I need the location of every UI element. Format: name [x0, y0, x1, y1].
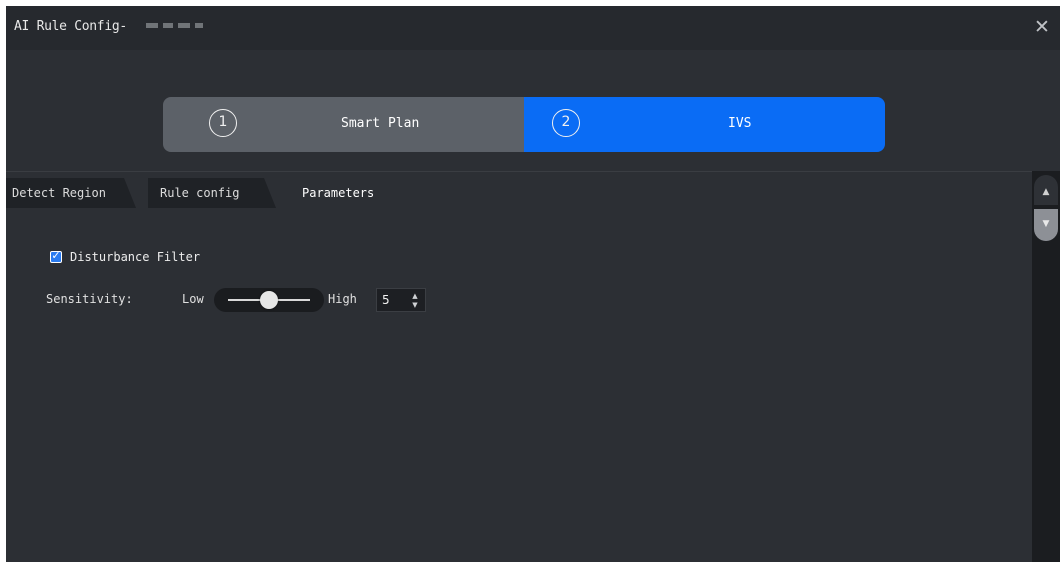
- step-number-badge: 2: [552, 109, 580, 137]
- sensitivity-row: Sensitivity: Low High 5 ▲ ▼: [46, 286, 446, 314]
- step-label: Smart Plan: [341, 116, 420, 131]
- low-label: Low: [182, 292, 204, 306]
- close-icon[interactable]: ✕: [1032, 17, 1052, 37]
- sensitivity-label: Sensitivity:: [46, 292, 133, 306]
- sensitivity-value[interactable]: 5: [382, 293, 390, 307]
- step-label: IVS: [728, 116, 752, 131]
- ai-rule-config-window: AI Rule Config- ✕ 1 Smart Plan 2 IVS Det…: [6, 6, 1060, 562]
- obscured-device-name: [146, 23, 203, 28]
- tab-rule-config[interactable]: Rule config: [148, 178, 276, 208]
- step-number-badge: 1: [209, 109, 237, 137]
- step-smart-plan[interactable]: 1 Smart Plan: [163, 97, 524, 152]
- chevron-up-icon[interactable]: ▲: [1034, 175, 1058, 205]
- chevron-down-icon[interactable]: ▼: [1034, 209, 1058, 241]
- sensitivity-spinbox[interactable]: 5 ▲ ▼: [376, 288, 426, 312]
- tab-bar: Detect Region Rule config Parameters: [6, 178, 406, 208]
- tab-detect-region[interactable]: Detect Region: [6, 178, 136, 208]
- sensitivity-slider[interactable]: [214, 288, 324, 312]
- disturbance-filter-row: ✓ Disturbance Filter: [50, 249, 201, 264]
- tab-parameters[interactable]: Parameters: [290, 178, 400, 208]
- disturbance-filter-checkbox[interactable]: ✓: [50, 249, 62, 263]
- checkmark-icon: ✓: [51, 249, 61, 262]
- vertical-scrollbar[interactable]: ▲ ▼: [1032, 171, 1060, 562]
- panel-divider: [6, 171, 1032, 172]
- slider-thumb[interactable]: [260, 291, 278, 309]
- step-bar: 1 Smart Plan 2 IVS: [163, 97, 885, 152]
- window-title: AI Rule Config-: [14, 19, 127, 34]
- step-ivs[interactable]: 2 IVS: [524, 97, 885, 152]
- disturbance-filter-label: Disturbance Filter: [70, 250, 201, 264]
- high-label: High: [328, 292, 357, 306]
- spin-down-icon[interactable]: ▼: [406, 300, 424, 310]
- title-bar: AI Rule Config- ✕: [6, 6, 1060, 50]
